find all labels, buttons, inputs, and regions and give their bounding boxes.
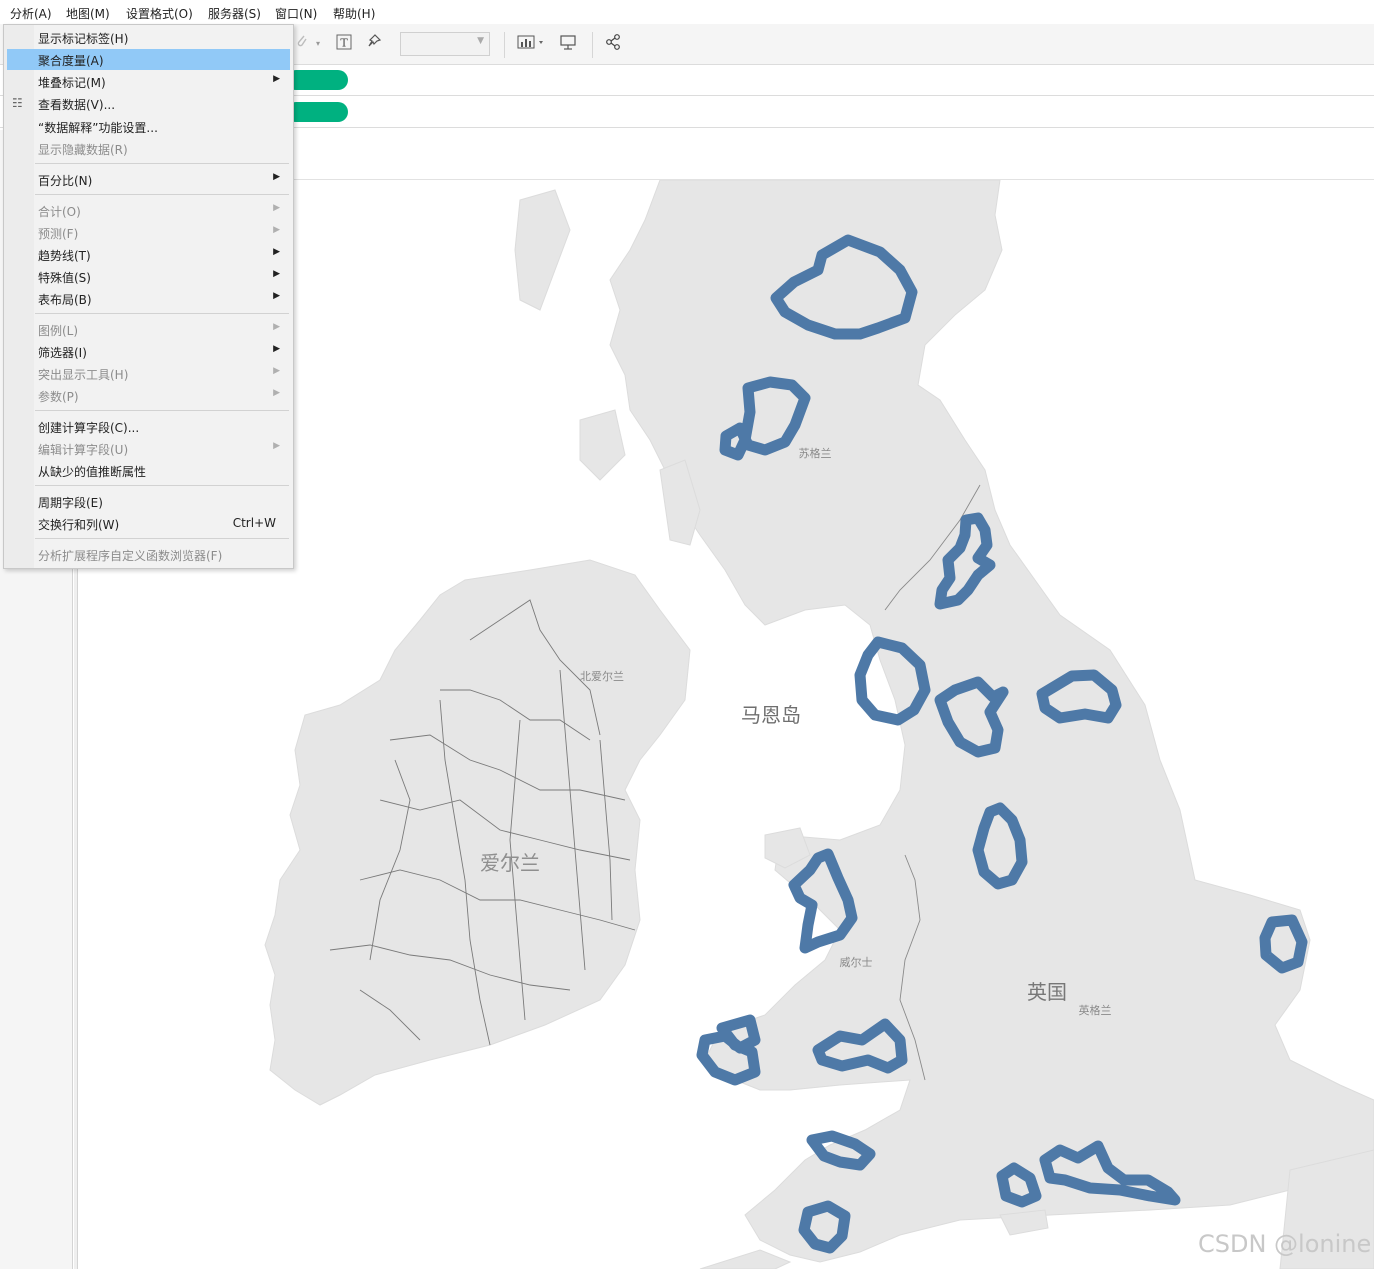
submenu-arrow-icon: ▶ bbox=[273, 269, 280, 279]
land-masses bbox=[264, 180, 1374, 1269]
pin-icon[interactable] bbox=[362, 33, 386, 55]
submenu-arrow-icon: ▶ bbox=[273, 322, 280, 332]
menu-help[interactable]: 帮助(H) bbox=[333, 5, 375, 22]
hebrides-land bbox=[514, 189, 571, 311]
label-northern-ireland: 北爱尔兰 bbox=[580, 670, 624, 683]
label-isle-of-man: 马恩岛 bbox=[741, 703, 801, 727]
menu-item-view-data[interactable]: ☷ 查看数据(V)... bbox=[7, 93, 290, 114]
label-scotland: 苏格兰 bbox=[799, 446, 832, 460]
menu-item-label: 突出显示工具(H) bbox=[38, 368, 129, 382]
menu-separator bbox=[35, 538, 289, 539]
menu-item-label: 从缺少的值推断属性 bbox=[38, 465, 147, 479]
menu-item-label: 筛选器(I) bbox=[38, 346, 87, 360]
menu-bar: 分析(A) 地图(M) 设置格式(O) 服务器(S) 窗口(N) 帮助(H) bbox=[0, 0, 1374, 25]
menu-shortcut: Ctrl+W bbox=[232, 516, 276, 530]
isle-of-wight-land bbox=[999, 1209, 1049, 1236]
menu-item-label: 显示隐藏数据(R) bbox=[38, 143, 128, 157]
menu-item-highlighters[interactable]: 突出显示工具(H) ▶ bbox=[7, 363, 290, 384]
submenu-arrow-icon: ▶ bbox=[273, 225, 280, 235]
submenu-arrow-icon: ▶ bbox=[273, 344, 280, 354]
share-icon[interactable] bbox=[601, 33, 625, 55]
label-wales: 威尔士 bbox=[840, 956, 873, 969]
toolbar-separator bbox=[592, 32, 593, 58]
menu-window[interactable]: 窗口(N) bbox=[275, 5, 317, 22]
menu-item-stack-marks[interactable]: 堆叠标记(M) ▶ bbox=[7, 71, 290, 92]
analysis-menu-dropdown: 显示标记标签(H) 聚合度量(A) 堆叠标记(M) ▶ ☷ 查看数据(V)... “… bbox=[3, 24, 294, 569]
fit-selector[interactable]: ▼ bbox=[400, 32, 490, 56]
menu-item-label: 周期字段(E) bbox=[38, 496, 103, 510]
menu-item-trend-lines[interactable]: 趋势线(T) ▶ bbox=[7, 244, 290, 265]
menu-item-percentages[interactable]: 百分比(N) ▶ bbox=[7, 169, 290, 190]
menu-item-label: 堆叠标记(M) bbox=[38, 76, 106, 90]
menu-separator bbox=[35, 410, 289, 411]
ireland-land bbox=[264, 559, 691, 1106]
menu-item-label: 编辑计算字段(U) bbox=[38, 443, 129, 457]
islay-land bbox=[579, 409, 626, 481]
menu-item-label: 查看数据(V)... bbox=[38, 98, 116, 112]
menu-item-create-calculated-field[interactable]: 创建计算字段(C)... bbox=[7, 416, 290, 437]
menu-item-label: 参数(P) bbox=[38, 390, 79, 404]
submenu-arrow-icon: ▶ bbox=[273, 291, 280, 301]
menu-item-label: 百分比(N) bbox=[38, 174, 93, 188]
menu-item-cycle-fields[interactable]: 周期字段(E) bbox=[7, 491, 290, 512]
menu-item-forecast[interactable]: 预测(F) ▶ bbox=[7, 222, 290, 243]
submenu-arrow-icon: ▶ bbox=[273, 388, 280, 398]
menu-item-show-hidden-data[interactable]: 显示隐藏数据(R) bbox=[7, 138, 290, 159]
watermark: CSDN @lonine bbox=[1198, 1230, 1372, 1258]
menu-item-edit-calculated-field[interactable]: 编辑计算字段(U) ▶ bbox=[7, 438, 290, 459]
toolbar-separator bbox=[504, 32, 505, 58]
menu-item-label: 交换行和列(W) bbox=[38, 518, 120, 532]
menu-format[interactable]: 设置格式(O) bbox=[126, 5, 193, 22]
menu-separator bbox=[35, 163, 289, 164]
menu-item-label: 预测(F) bbox=[38, 227, 79, 241]
menu-item-label: 分析扩展程序自定义函数浏览器(F) bbox=[38, 549, 223, 563]
menu-separator bbox=[35, 485, 289, 486]
menu-item-totals[interactable]: 合计(O) ▶ bbox=[7, 200, 290, 221]
submenu-arrow-icon: ▶ bbox=[273, 203, 280, 213]
menu-item-parameters[interactable]: 参数(P) ▶ bbox=[7, 385, 290, 406]
submenu-arrow-icon: ▶ bbox=[273, 172, 280, 182]
menu-item-analytics-extension-browser[interactable]: 分析扩展程序自定义函数浏览器(F) bbox=[7, 544, 290, 565]
menu-item-label: 合计(O) bbox=[38, 205, 81, 219]
show-me-icon[interactable] bbox=[514, 33, 548, 55]
menu-item-label: “数据解释”功能设置... bbox=[38, 121, 158, 135]
menu-item-show-mark-labels[interactable]: 显示标记标签(H) bbox=[7, 27, 290, 48]
menu-item-label: 表布局(B) bbox=[38, 293, 92, 307]
text-label-icon[interactable]: T bbox=[332, 33, 356, 55]
menu-item-legends[interactable]: 图例(L) ▶ bbox=[7, 319, 290, 340]
table-icon: ☷ bbox=[12, 96, 23, 110]
menu-item-label: 图例(L) bbox=[38, 324, 79, 338]
rows-pill[interactable] bbox=[286, 102, 348, 122]
menu-item-label: 聚合度量(A) bbox=[38, 54, 104, 68]
cornwall-land bbox=[699, 1249, 792, 1269]
menu-item-label: 创建计算字段(C)... bbox=[38, 421, 140, 435]
columns-pill[interactable] bbox=[286, 70, 348, 90]
menu-item-infer-properties[interactable]: 从缺少的值推断属性 bbox=[7, 460, 290, 481]
menu-separator bbox=[35, 313, 289, 314]
menu-item-explain-data-settings[interactable]: “数据解释”功能设置... bbox=[7, 116, 290, 137]
submenu-arrow-icon: ▶ bbox=[273, 247, 280, 257]
submenu-arrow-icon: ▶ bbox=[273, 74, 280, 84]
menu-item-label: 特殊值(S) bbox=[38, 271, 91, 285]
submenu-arrow-icon: ▶ bbox=[273, 441, 280, 451]
menu-item-filters[interactable]: 筛选器(I) ▶ bbox=[7, 341, 290, 362]
menu-map[interactable]: 地图(M) bbox=[66, 5, 110, 22]
svg-text:T: T bbox=[340, 37, 348, 50]
label-ireland: 爱尔兰 bbox=[480, 851, 540, 875]
menu-item-aggregate-measures[interactable]: 聚合度量(A) bbox=[7, 49, 290, 70]
menu-analysis[interactable]: 分析(A) bbox=[10, 5, 52, 22]
chevron-down-icon: ▼ bbox=[477, 36, 484, 46]
menu-item-special-values[interactable]: 特殊值(S) ▶ bbox=[7, 266, 290, 287]
menu-server[interactable]: 服务器(S) bbox=[208, 5, 261, 22]
menu-item-swap-rows-columns[interactable]: 交换行和列(W) Ctrl+W bbox=[7, 513, 290, 534]
chevron-down-icon[interactable]: ▾ bbox=[312, 33, 324, 55]
label-england: 英格兰 bbox=[1079, 1003, 1112, 1017]
submenu-arrow-icon: ▶ bbox=[273, 366, 280, 376]
menu-separator bbox=[35, 194, 289, 195]
presentation-icon[interactable] bbox=[556, 33, 580, 55]
label-uk: 英国 bbox=[1027, 980, 1067, 1004]
menu-item-table-layout[interactable]: 表布局(B) ▶ bbox=[7, 288, 290, 309]
menu-item-label: 趋势线(T) bbox=[38, 249, 91, 263]
menu-item-label: 显示标记标签(H) bbox=[38, 32, 129, 46]
